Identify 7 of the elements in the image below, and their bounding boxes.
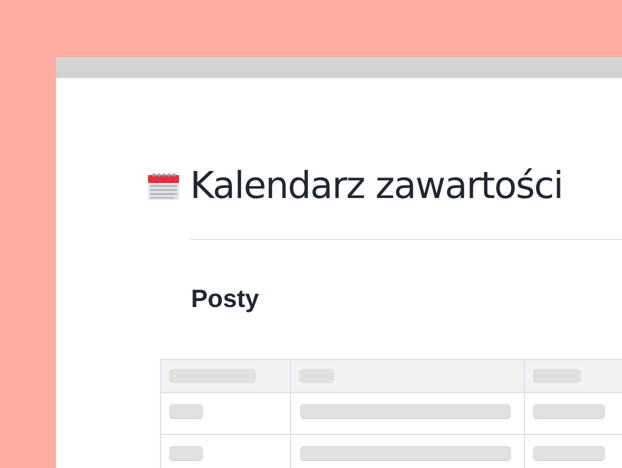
skeleton-bar	[533, 446, 605, 461]
calendar-icon	[148, 172, 179, 200]
page-title: Kalendarz zawartości	[190, 164, 563, 208]
skeleton-bar	[169, 404, 203, 419]
skeleton-bar	[169, 446, 203, 461]
section-heading: Posty	[191, 284, 260, 315]
skeleton-bar	[533, 404, 605, 419]
